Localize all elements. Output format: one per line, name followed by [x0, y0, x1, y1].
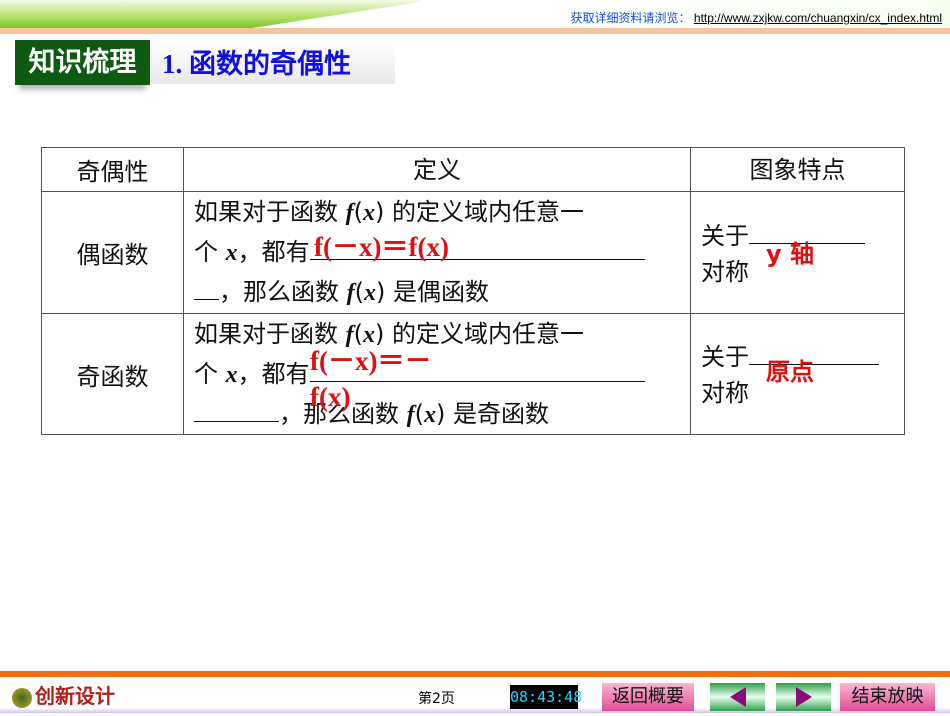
link-url[interactable]: http://www.zxjkw.com/chuangxin/cx_index.…	[694, 11, 942, 25]
logo-text: 创新设计	[35, 684, 115, 708]
top-divider	[0, 28, 950, 34]
clock: 08:43:48	[510, 685, 582, 709]
section-tag: 知识梳理	[15, 40, 150, 85]
logo: 创新设计	[12, 680, 115, 709]
answer-odd-feature: 原点	[766, 358, 814, 386]
text: 如果对于函数	[194, 198, 346, 226]
header-graph-feature: 图象特点	[690, 147, 905, 192]
text: 是奇函数	[445, 399, 550, 428]
text: 个	[194, 359, 226, 388]
page-number: 第2页	[418, 691, 455, 707]
text: x	[363, 200, 376, 226]
text: x	[225, 361, 238, 388]
parity-table: 奇偶性 定义 图象特点 偶函数 如果对于函数 f(x) 的定义域内任意一 个 x…	[41, 147, 905, 435]
definition-cell: 如果对于函数 f(x) 的定义域内任意一 个 x，都有 ，那么函数 f(x) 是…	[183, 313, 691, 435]
link-label: 获取详细资料请浏览：	[570, 11, 691, 25]
resource-link[interactable]: 获取详细资料请浏览： http://www.zxjkw.com/chuangxi…	[571, 9, 942, 26]
text: x	[364, 280, 377, 306]
table-row: 偶函数 如果对于函数 f(x) 的定义域内任意一 个 x，都有 ，那么函数 f(…	[41, 191, 905, 314]
text: f	[345, 200, 354, 226]
answer-odd-cont: f(x)	[310, 382, 351, 412]
logo-emblem-icon	[12, 687, 32, 708]
answer-odd: f(－x)＝－	[310, 346, 432, 376]
text: ，都有	[237, 359, 310, 388]
text: f	[406, 401, 415, 428]
row-name: 偶函数	[41, 191, 184, 314]
text: ，都有	[237, 238, 310, 266]
header-definition: 定义	[183, 147, 691, 192]
end-show-button[interactable]: 结束放映	[840, 683, 935, 711]
back-to-overview-button[interactable]: 返回概要	[602, 683, 694, 711]
table-header-row: 奇偶性 定义 图象特点	[41, 147, 905, 192]
section-title: 1. 函数的奇偶性	[150, 44, 395, 84]
text: 关于	[701, 221, 749, 250]
feature-cell: 关于 对称 y 轴	[690, 191, 905, 314]
text: 的定义域内任意一	[384, 198, 585, 226]
arrow-right-icon	[795, 687, 812, 707]
header-parity: 奇偶性	[41, 147, 184, 192]
answer-even-feature: y 轴	[766, 240, 814, 268]
answer-even: f(－x)＝f(x)	[314, 232, 449, 262]
next-button[interactable]	[776, 683, 831, 711]
text: 关于	[701, 343, 749, 371]
text: x	[424, 401, 437, 428]
blank	[194, 394, 279, 422]
text: 个	[194, 238, 226, 266]
row-name: 奇函数	[41, 313, 184, 435]
arrow-left-icon	[729, 687, 746, 707]
text: ，那么函数	[219, 278, 347, 306]
definition-cell: 如果对于函数 f(x) 的定义域内任意一 个 x，都有 ，那么函数 f(x) 是…	[183, 191, 691, 314]
blank	[194, 272, 219, 300]
previous-button[interactable]	[710, 683, 765, 711]
text: x	[225, 240, 238, 266]
text: 是偶函数	[385, 278, 490, 306]
feature-cell: 关于 对称 原点	[690, 313, 905, 435]
text: f	[346, 280, 355, 306]
table-row: 奇函数 如果对于函数 f(x) 的定义域内任意一 个 x，都有 ，那么函数 f(…	[41, 313, 905, 435]
